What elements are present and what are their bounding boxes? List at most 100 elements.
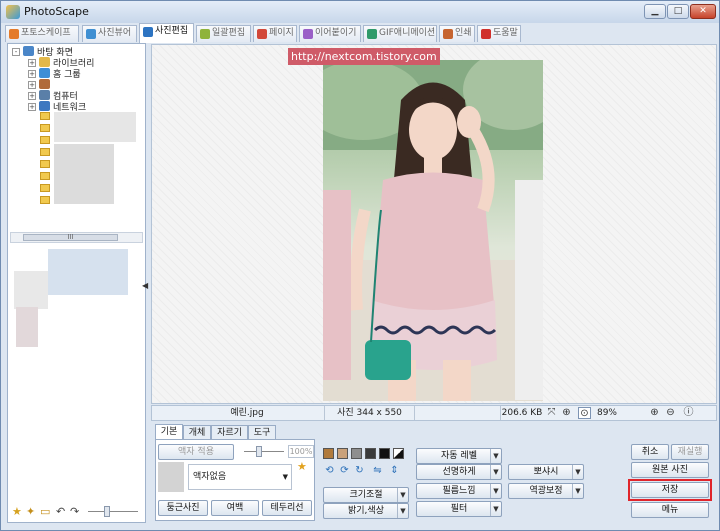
original-photo-button[interactable]: 원본 사진 (631, 462, 709, 478)
dropdown-arrow-icon[interactable]: ▼ (283, 465, 288, 489)
zoom-in-icon[interactable]: ⊕ (648, 407, 661, 419)
maximize-button[interactable]: □ (667, 4, 689, 19)
collapse-icon[interactable]: - (12, 48, 20, 56)
frame-select[interactable]: 액자없음 ▼ (188, 464, 292, 490)
blurred-folder-names (54, 112, 136, 142)
auto-level-button[interactable]: 자동 레벨 ▼ (416, 448, 502, 464)
star-icon[interactable]: ★ (12, 505, 22, 518)
minimize-button[interactable]: ▁ (644, 4, 666, 19)
tab-gif[interactable]: GIF애니메이션 (363, 25, 437, 42)
folder-item[interactable] (40, 148, 50, 160)
status-filesize: 206.6 KB (501, 408, 543, 418)
rotate-left-icon[interactable]: ⟲ (323, 465, 336, 477)
editor-icon (143, 27, 153, 37)
tab-photoscape[interactable]: 포토스케이프 (5, 25, 79, 42)
film-effect-button[interactable]: 필름느낌 ▼ (416, 483, 502, 499)
sharpen-button[interactable]: 선명하게 ▼ (416, 464, 502, 480)
margin-button[interactable]: 여백 (211, 500, 259, 516)
fit-crop-icon[interactable]: ⤧ (545, 407, 558, 419)
favorite-star-icon[interactable]: ★ (297, 460, 307, 473)
redo-button[interactable]: 재실행 (671, 444, 709, 460)
back-icon[interactable]: ↶ (56, 505, 65, 518)
swatch-gray-icon[interactable] (351, 448, 362, 459)
swatch-tan-icon[interactable] (337, 448, 348, 459)
zoom-out-icon[interactable]: ⊖ (664, 407, 677, 419)
flip-horizontal-icon[interactable]: ⇋ (371, 465, 384, 477)
filter-button[interactable]: 필터 ▼ (416, 501, 502, 517)
rotate-right-icon[interactable]: ⟳ (338, 465, 351, 477)
blurred-thumbnail[interactable] (14, 271, 48, 309)
forward-icon[interactable]: ↷ (70, 505, 79, 518)
edit-tab-object[interactable]: 개체 (183, 425, 211, 440)
thumbnail-size-slider[interactable] (88, 511, 138, 512)
edit-tab-tools[interactable]: 도구 (248, 425, 276, 440)
expand-icon[interactable]: + (28, 81, 36, 89)
resize-button[interactable]: 크기조절 ▼ (323, 487, 409, 503)
brightness-color-button[interactable]: 밝기,색상 ▼ (323, 503, 409, 519)
image-canvas[interactable]: http://nextcom.tistory.com (151, 44, 717, 404)
dropdown-arrow-icon[interactable]: ▼ (490, 465, 501, 479)
tab-combine[interactable]: 이어붙이기 (299, 25, 361, 42)
frame-slider-thumb[interactable] (256, 446, 262, 457)
folder-star-icon[interactable]: ✦ (26, 505, 35, 518)
folder-item[interactable] (40, 160, 50, 172)
help-icon (481, 29, 491, 39)
tab-help[interactable]: 도움말 (477, 25, 521, 42)
blurred-thumbnail[interactable] (16, 307, 38, 347)
dropdown-arrow-icon[interactable]: ▼ (490, 502, 501, 516)
round-photo-button[interactable]: 둥근사진 (158, 500, 208, 516)
folder-icon (40, 184, 50, 192)
frame-percent-field[interactable]: 100% (288, 445, 314, 458)
close-button[interactable]: ✕ (690, 4, 716, 19)
dropdown-arrow-icon[interactable]: ▼ (572, 484, 583, 498)
swatch-black-icon[interactable] (379, 448, 390, 459)
tab-viewer[interactable]: 사진뷰어 (82, 25, 137, 42)
tab-page[interactable]: 페이지 (253, 25, 297, 42)
tab-print[interactable]: 인쇄 (439, 25, 475, 42)
border-line-button[interactable]: 테두리선 (262, 500, 312, 516)
rotate-icon[interactable]: ↻ (353, 465, 366, 477)
folder-item[interactable] (40, 184, 50, 196)
apply-frame-button[interactable]: 액자 적용 (158, 444, 234, 460)
slider-thumb[interactable] (104, 506, 110, 517)
bloom-button[interactable]: 뽀샤시 ▼ (508, 464, 584, 480)
dropdown-arrow-icon[interactable]: ▼ (490, 449, 501, 463)
swatch-brown-icon[interactable] (323, 448, 334, 459)
edited-photo[interactable] (323, 60, 543, 401)
edit-panel: 기본 개체 자르기 도구 액자 적용 100% 액자없음 ▼ ★ 둥근사진 여백… (151, 423, 717, 523)
folder-item[interactable] (40, 136, 50, 148)
folder-open-icon[interactable]: ▭ (40, 505, 50, 518)
dropdown-arrow-icon[interactable]: ▼ (572, 465, 583, 479)
undo-button[interactable]: 취소 (631, 444, 669, 460)
info-icon[interactable]: ⓘ (682, 407, 695, 419)
expand-icon[interactable]: + (28, 103, 36, 111)
window-title: PhotoScape (24, 5, 89, 18)
panel-collapse-arrow-icon[interactable]: ◀ (142, 281, 148, 290)
blurred-thumbnail[interactable] (48, 249, 128, 295)
dropdown-arrow-icon[interactable]: ▼ (397, 488, 408, 502)
folder-item[interactable] (40, 196, 50, 208)
folder-item[interactable] (40, 112, 50, 124)
dropdown-arrow-icon[interactable]: ▼ (397, 504, 408, 518)
folder-item[interactable] (40, 124, 50, 136)
tab-editor[interactable]: 사진편집 (139, 23, 194, 43)
swatch-dark-icon[interactable] (365, 448, 376, 459)
folder-icon (40, 124, 50, 132)
frame-slider[interactable] (244, 451, 284, 452)
folder-item[interactable] (40, 172, 50, 184)
fit-window-icon[interactable]: ⊙ (578, 407, 591, 419)
edit-tab-crop[interactable]: 자르기 (211, 425, 248, 440)
menu-button[interactable]: 메뉴 (631, 502, 709, 518)
expand-icon[interactable]: + (28, 59, 36, 67)
expand-icon[interactable]: + (28, 92, 36, 100)
scrollbar-thumb[interactable]: III (23, 234, 118, 241)
tab-batch[interactable]: 일괄편집 (196, 25, 251, 42)
edit-tab-basic[interactable]: 기본 (155, 424, 183, 440)
swatch-contrast-icon[interactable] (393, 448, 404, 459)
flip-vertical-icon[interactable]: ⇕ (388, 465, 401, 477)
tree-horizontal-scrollbar[interactable]: III (10, 232, 143, 243)
dropdown-arrow-icon[interactable]: ▼ (490, 484, 501, 498)
actual-size-icon[interactable]: ⊕ (560, 407, 573, 419)
backlight-button[interactable]: 역광보정 ▼ (508, 483, 584, 499)
expand-icon[interactable]: + (28, 70, 36, 78)
